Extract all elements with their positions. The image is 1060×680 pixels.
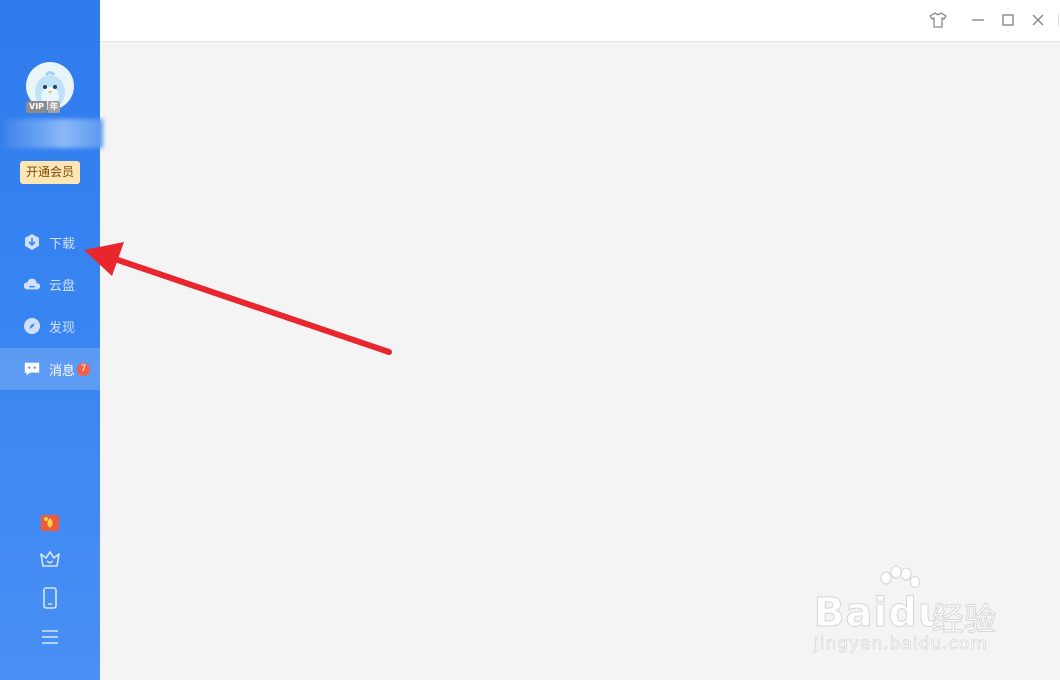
open-vip-button[interactable]: 开通会员 — [20, 161, 80, 184]
vip-badge: VIP 年 — [26, 101, 61, 113]
title-bar — [100, 0, 1060, 42]
sidebar-item-label: 下载 — [49, 236, 76, 252]
vip-badge-suffix: 年 — [48, 101, 61, 113]
sidebar-item-messages[interactable]: 消息 7 — [0, 348, 100, 390]
menu-icon[interactable] — [38, 625, 62, 649]
minimize-icon[interactable] — [968, 10, 988, 30]
watermark-brand: Baidu — [813, 590, 948, 637]
download-icon — [23, 233, 41, 251]
gift-icon[interactable] — [38, 511, 62, 535]
sidebar-item-discover[interactable]: 发现 — [0, 305, 100, 347]
titlebar-divider — [1058, 14, 1059, 26]
sidebar-item-label: 云盘 — [49, 278, 76, 294]
compass-icon — [23, 317, 41, 335]
message-count-badge: 7 — [77, 362, 91, 376]
sidebar-item-label: 消息 — [49, 363, 76, 379]
sidebar: VIP 年 开通会员 下载 云盘 发现 消息 7 — [0, 0, 103, 680]
message-icon — [23, 360, 41, 378]
sidebar-item-cloud[interactable]: 云盘 — [0, 263, 100, 305]
username-blurred — [4, 119, 103, 148]
skin-icon[interactable] — [928, 10, 948, 30]
vip-badge-tag: VIP — [26, 101, 48, 113]
maximize-icon[interactable] — [998, 10, 1018, 30]
watermark-url: jingyan.baidu.com — [814, 634, 988, 655]
cloud-icon — [23, 275, 41, 293]
baidu-watermark: Baidu 经验 jingyan.baidu.com — [808, 564, 1008, 664]
sidebar-item-download[interactable]: 下载 — [0, 221, 100, 263]
sidebar-item-label: 发现 — [49, 320, 76, 336]
close-icon[interactable] — [1028, 10, 1048, 30]
crown-icon[interactable] — [38, 547, 62, 571]
phone-icon[interactable] — [38, 586, 62, 610]
